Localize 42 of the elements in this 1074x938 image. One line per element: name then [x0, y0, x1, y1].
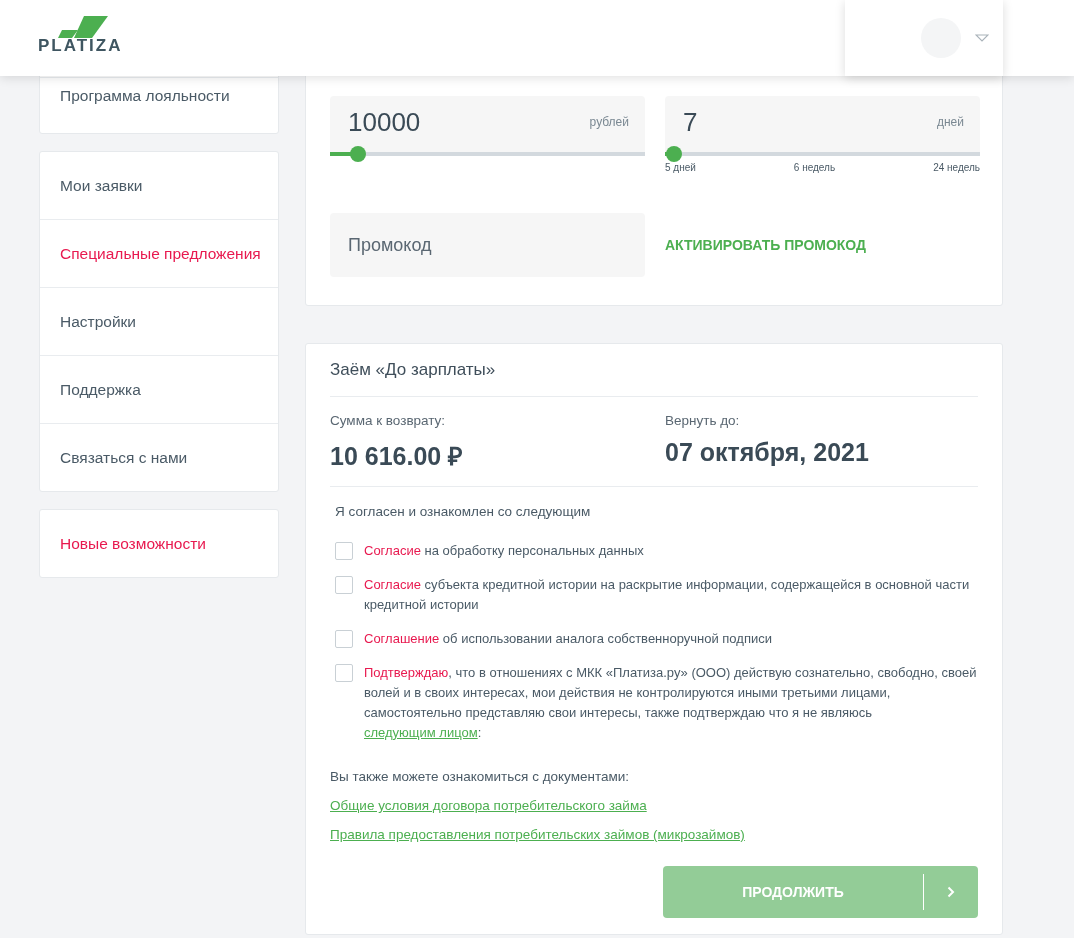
promo-code-field[interactable]: Промокод	[330, 213, 645, 277]
slider-thumb[interactable]	[666, 146, 683, 162]
repay-amount: 10 616.00 ₽	[330, 441, 465, 472]
amount-field[interactable]: 10000 рублей	[330, 96, 645, 152]
tick-label: 6 недель	[793, 162, 836, 173]
repay-label: Сумма к возврату:	[330, 413, 447, 428]
due-date: 07 октября, 2021	[665, 438, 870, 467]
term-field[interactable]: 7 дней	[665, 96, 980, 152]
checkbox[interactable]	[335, 630, 353, 648]
sidebar-item[interactable]: Поддержка	[40, 355, 278, 423]
consent-link[interactable]: Соглашение	[364, 631, 440, 646]
persons-link[interactable]: следующим лицом	[364, 725, 478, 740]
sidebar-item[interactable]: Связаться с нами	[40, 423, 278, 491]
due-label: Вернуть до:	[665, 413, 741, 428]
consent-link[interactable]: Согласие	[364, 543, 421, 558]
loan-title: Заём «До зарплаты»	[330, 360, 978, 397]
agreement-heading: Я согласен и ознакомлен со следующим	[335, 504, 592, 519]
tick-label: 24 недель	[933, 162, 980, 173]
document-link[interactable]: Правила предоставления потребительских займов (микрозаймов)	[330, 827, 745, 842]
sidebar-item[interactable]: Специальные предложения	[40, 219, 278, 287]
sidebar-item[interactable]: Настройки	[40, 287, 278, 355]
sidebar-item[interactable]: Программа лояльности	[40, 77, 278, 133]
checkbox[interactable]	[335, 542, 353, 560]
slider-thumb[interactable]	[350, 146, 367, 162]
document-link[interactable]: Общие условия договора потребительского займа	[330, 798, 647, 813]
unit-label: рублей	[589, 115, 629, 129]
consent-text: Согласие субъекта кредитной истории на раскрытие информации, содержащейся в основной части кредитной истории	[364, 576, 971, 614]
consent-text: Подтверждаю, что в отношениях с МКК «Платиза.ру» (ООО) действую сознательно, свободно, своей волей и в своих интересах, мои действия не контролируются иными третьими лицами, самостоятельно представляю свои интересы, также подтверждаю что я не являюсь следующим лицом:	[364, 664, 978, 742]
unit-label: дней	[937, 115, 964, 129]
chevron-right-icon	[947, 886, 955, 898]
activate-promo-link[interactable]: АКТИВИРОВАТЬ ПРОМОКОД	[665, 213, 867, 277]
consent-link[interactable]: Согласие	[364, 577, 421, 592]
checkbox[interactable]	[335, 576, 353, 594]
sidebar-item[interactable]: Мои заявки	[40, 152, 278, 219]
documents-heading: Вы также можете ознакомиться с документами:	[330, 769, 631, 784]
checkbox[interactable]	[335, 664, 353, 682]
sidebar-item[interactable]: Новые возможности	[40, 510, 278, 577]
consent-text: Соглашение об использовании аналога собственноручной подписи	[364, 630, 773, 648]
consent-text: Согласие на обработку персональных данных	[364, 542, 645, 560]
caret-down-icon[interactable]	[975, 34, 989, 42]
logo-text: PLATIZA	[38, 36, 123, 56]
tick-label: 5 дней	[665, 162, 696, 173]
